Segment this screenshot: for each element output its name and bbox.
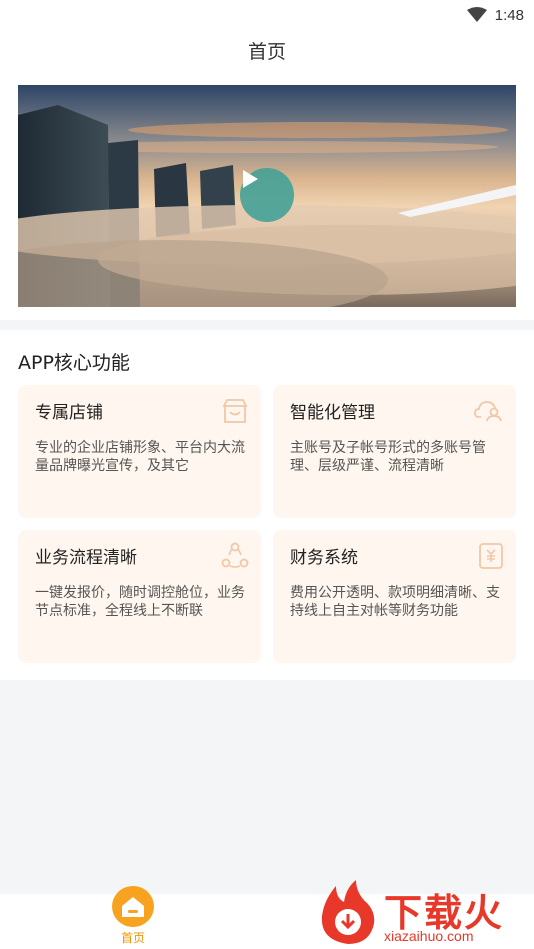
card-desc: 主账号及子帐号形式的多账号管理、层级严谨、流程清晰 xyxy=(290,440,486,474)
banner-video[interactable] xyxy=(18,85,516,307)
cloud-user-icon xyxy=(474,401,502,422)
store-icon xyxy=(222,399,248,423)
process-icon xyxy=(221,542,249,568)
card-title: 业务流程清晰 xyxy=(35,548,137,568)
home-icon xyxy=(112,886,154,927)
play-icon xyxy=(243,170,258,188)
watermark-url: xiazaihuo.com xyxy=(384,928,474,944)
section-title: APP核心功能 xyxy=(18,352,130,374)
watermark-logo: 下载火 xiazaihuo.com xyxy=(316,878,534,949)
page-header: 首页 xyxy=(0,30,534,70)
card-title: 财务系统 xyxy=(290,548,358,568)
finance-icon xyxy=(479,543,503,569)
feature-card-process[interactable]: 业务流程清晰 一键发报价，随时调控舱位，业务节点标准，全程线上不断联 xyxy=(18,530,261,663)
status-bar: 1:48 xyxy=(0,0,534,30)
feature-card-management[interactable]: 智能化管理 主账号及子帐号形式的多账号管理、层级严谨、流程清晰 xyxy=(273,385,516,518)
tab-home-label: 首页 xyxy=(120,931,145,945)
status-time: 1:48 xyxy=(494,6,524,24)
core-features-section: APP核心功能 专属店铺 专业的企业店铺形象、平台内大流量品牌曝光宣传，及其它 … xyxy=(0,330,534,680)
feature-card-store[interactable]: 专属店铺 专业的企业店铺形象、平台内大流量品牌曝光宣传，及其它 xyxy=(18,385,261,518)
flame-logo-icon xyxy=(321,880,375,944)
card-title: 专属店铺 xyxy=(35,403,103,423)
page-title: 首页 xyxy=(247,40,286,63)
card-title: 智能化管理 xyxy=(290,403,375,423)
card-desc: 专业的企业店铺形象、平台内大流量品牌曝光宣传，及其它 xyxy=(35,440,245,474)
tab-home[interactable]: 首页 xyxy=(108,886,158,946)
card-desc: 一键发报价，随时调控舱位，业务节点标准，全程线上不断联 xyxy=(35,585,245,619)
feature-card-finance[interactable]: 财务系统 费用公开透明、款项明细清晰、支持线上自主对帐等财务功能 xyxy=(273,530,516,663)
wifi-icon xyxy=(466,7,487,22)
card-desc: 费用公开透明、款项明细清晰、支持线上自主对帐等财务功能 xyxy=(290,585,500,619)
banner-section xyxy=(0,70,534,320)
play-button[interactable] xyxy=(240,168,294,222)
